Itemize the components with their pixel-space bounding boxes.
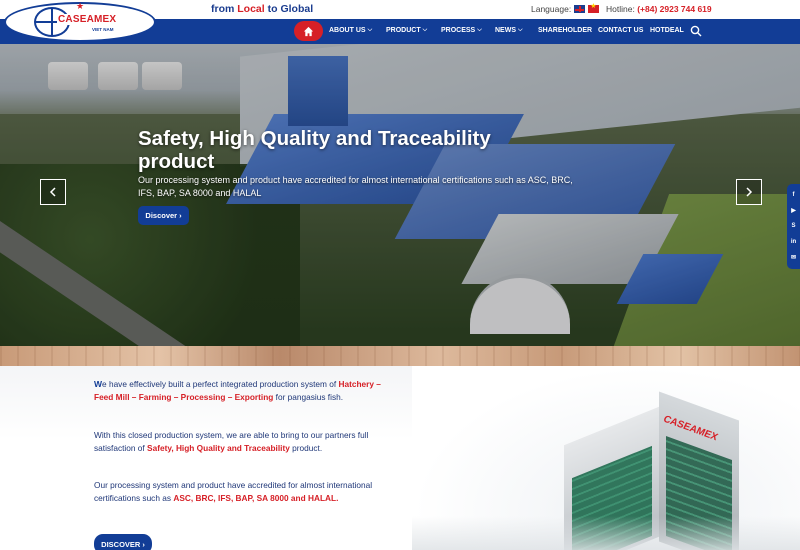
intro-dropcap: W <box>94 379 103 389</box>
uk-flag-icon[interactable] <box>574 5 586 13</box>
home-icon <box>303 26 314 36</box>
home-button[interactable] <box>294 21 323 41</box>
nav-label: HOTDEAL <box>650 27 684 34</box>
headquarters-image: CASEAMEX <box>412 366 800 550</box>
search-icon[interactable] <box>690 25 702 37</box>
vietnam-flag-icon[interactable] <box>588 2 600 13</box>
intro-discover-button[interactable]: DISCOVER › <box>94 534 152 550</box>
intro-discover-label: DISCOVER <box>101 539 141 549</box>
tagline: from Local to Global <box>211 3 313 15</box>
hotline-label: Hotline: <box>606 4 635 14</box>
tagline-from: from <box>211 3 235 15</box>
nav-process[interactable]: PROCESS ⌵ <box>441 27 482 34</box>
nav-about-us[interactable]: ABOUT US ⌵ <box>329 27 372 34</box>
nav-contact-us[interactable]: CONTACT US <box>598 27 643 34</box>
hotline-number[interactable]: (+84) 2923 744 619 <box>637 4 711 14</box>
skype-icon[interactable]: S <box>791 223 795 229</box>
language-switcher: Language: <box>531 2 600 14</box>
intro-paragraph-2: With this closed production system, we a… <box>94 429 394 454</box>
chevron-down-icon: ⌵ <box>518 27 523 33</box>
nav-label: NEWS <box>495 27 516 34</box>
intro-text: e have effectively built a perfect integ… <box>102 379 337 389</box>
chevron-right-icon: › <box>142 539 145 549</box>
chevron-down-icon: ⌵ <box>367 27 373 33</box>
hotline: Hotline: (+84) 2923 744 619 <box>606 4 712 14</box>
tagline-to: to Global <box>267 3 314 15</box>
hero-discover-label: Discover <box>145 211 178 220</box>
intro-highlight: Safety, High Quality and Traceability <box>147 442 290 453</box>
intro-text: for pangasius fish. <box>275 391 344 402</box>
language-label: Language: <box>531 4 572 14</box>
chevron-left-icon <box>49 187 56 197</box>
social-bar: f ▶ S in ✉ <box>787 184 800 269</box>
hero-slider: Safety, High Quality and Traceability pr… <box>0 44 800 346</box>
nav-label: ABOUT US <box>329 27 366 34</box>
star-icon: ★ <box>76 1 85 11</box>
nav-shareholder[interactable]: SHAREHOLDER <box>538 27 592 34</box>
nav-label: CONTACT US <box>598 27 644 34</box>
slider-next-button[interactable] <box>736 179 762 205</box>
nav-label: PRODUCT <box>386 27 421 34</box>
building-base-fade <box>412 516 800 550</box>
nav-product[interactable]: PRODUCT ⌵ <box>386 27 427 34</box>
nav-label: SHAREHOLDER <box>538 27 593 34</box>
facebook-icon[interactable]: f <box>793 192 795 198</box>
nav-news[interactable]: NEWS ⌵ <box>495 27 523 34</box>
youtube-icon[interactable]: ▶ <box>791 208 796 214</box>
hero-discover-button[interactable]: Discover › <box>138 206 189 225</box>
hero-title: Safety, High Quality and Traceability pr… <box>138 127 491 173</box>
intro-text: product. <box>292 442 323 453</box>
chevron-down-icon: ⌵ <box>477 27 482 33</box>
logo[interactable]: ★ CASEAMEX VIET NAM <box>0 0 160 46</box>
tagline-local: Local <box>237 3 265 15</box>
logo-subtext: VIET NAM <box>92 27 114 32</box>
chevron-right-icon <box>746 187 753 197</box>
intro-paragraph-3: Our processing system and product have a… <box>94 479 394 504</box>
nav-label: PROCESS <box>441 27 476 34</box>
linkedin-icon[interactable]: in <box>791 239 796 245</box>
chevron-right-icon: › <box>179 211 182 220</box>
slider-prev-button[interactable] <box>40 179 66 205</box>
hero-description: Our processing system and product have a… <box>138 175 573 198</box>
decorative-wood-strip <box>0 346 800 366</box>
nav-hotdeal[interactable]: HOTDEAL <box>650 27 684 34</box>
email-icon[interactable]: ✉ <box>791 255 796 261</box>
logo-text: CASEAMEX <box>57 14 118 25</box>
intro-highlight: ASC, BRC, IFS, BAP, SA 8000 and HALAL. <box>173 492 339 503</box>
intro-paragraph-1: We have effectively built a perfect inte… <box>94 378 394 403</box>
chevron-down-icon: ⌵ <box>422 27 428 33</box>
